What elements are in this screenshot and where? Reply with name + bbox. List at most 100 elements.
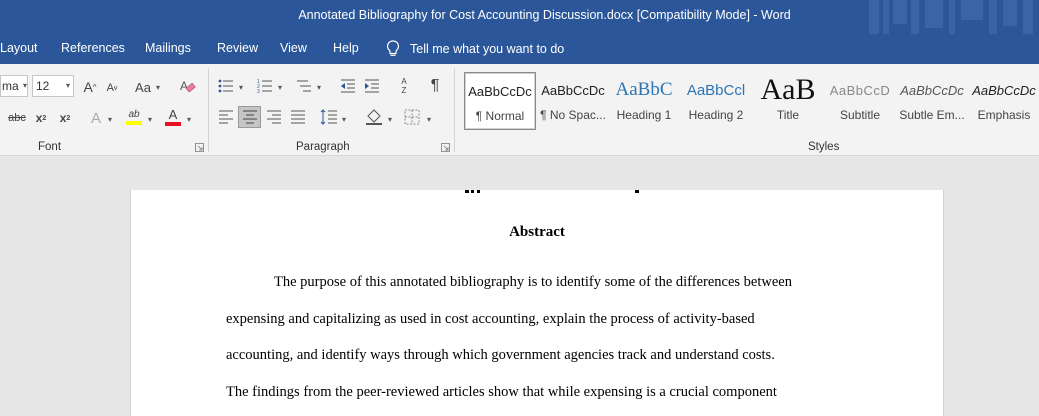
grow-font-icon: A (83, 79, 93, 95)
borders-icon[interactable] (404, 109, 420, 125)
chevron-down-icon[interactable]: ▾ (156, 83, 160, 92)
svg-text:A: A (180, 79, 188, 93)
chevron-down-icon[interactable]: ▾ (342, 115, 346, 124)
numbering-icon[interactable]: 1 2 3 (257, 78, 273, 94)
line-spacing-icon[interactable] (320, 108, 338, 126)
font-name-value: ma (2, 79, 19, 93)
text-effects-button[interactable]: A (86, 108, 106, 128)
pilcrow-icon: ¶ (430, 77, 440, 94)
change-case-icon: Aa (135, 79, 151, 95)
style-heading-2[interactable]: AaBbCcl Heading 2 (680, 72, 752, 130)
document-page[interactable]: Abstract The purpose of this annotated b… (130, 190, 944, 416)
chevron-down-icon[interactable]: ▾ (187, 115, 191, 124)
font-dialog-launcher-icon[interactable] (195, 143, 204, 152)
document-canvas[interactable]: Abstract The purpose of this annotated b… (0, 157, 1039, 416)
style-subtle-emphasis[interactable]: AaBbCcDc Subtle Em... (896, 72, 968, 130)
font-name-box[interactable]: ma ▾ (0, 75, 28, 97)
style-name: Subtle Em... (899, 108, 965, 122)
align-center-button[interactable] (238, 106, 261, 128)
superscript-mark: 2 (66, 114, 71, 122)
styles-gallery: AaBbCcDc ¶ Normal AaBbCcDc ¶ No Spac... … (460, 68, 1036, 130)
chevron-down-icon[interactable]: ▾ (278, 83, 282, 92)
tell-me-label: Tell me what you want to do (410, 42, 565, 56)
font-color-button[interactable]: A (163, 106, 183, 128)
decrease-indent-icon[interactable] (340, 78, 356, 94)
text-effects-icon: A (90, 109, 101, 127)
chevron-down-icon[interactable]: ▾ (108, 115, 112, 124)
group-separator (454, 68, 455, 152)
show-formatting-button[interactable]: ¶ (426, 76, 444, 96)
multilevel-list-icon[interactable] (296, 78, 312, 94)
tab-view[interactable]: View (280, 41, 307, 55)
strikethrough-button[interactable]: abc (6, 108, 28, 128)
sort-icon-z: Z (401, 86, 407, 95)
tell-me-search[interactable]: Tell me what you want to do (386, 40, 564, 58)
tab-references[interactable]: References (61, 41, 125, 55)
chevron-down-icon[interactable]: ▾ (239, 83, 243, 92)
align-center-icon (242, 110, 257, 124)
clear-formatting-button[interactable]: A (178, 76, 198, 98)
svg-text:3: 3 (257, 89, 260, 94)
strikethrough-icon: abc (8, 112, 26, 124)
title-bar-decoration (869, 0, 1033, 34)
highlight-color-bar (126, 121, 142, 125)
shading-icon[interactable] (365, 107, 383, 125)
style-preview: AaBbCcDc (900, 82, 964, 98)
tab-help[interactable]: Help (333, 41, 359, 55)
chevron-down-icon[interactable]: ▾ (317, 83, 321, 92)
highlight-button[interactable]: ab (123, 106, 145, 128)
shrink-font-button[interactable]: Av (103, 78, 121, 98)
style-preview: AaBbCcDc (468, 83, 532, 99)
superscript-icon: x (59, 111, 67, 125)
subscript-button[interactable]: x2 (32, 108, 50, 128)
font-size-box[interactable]: 12 ▾ (32, 75, 74, 97)
style-name: ¶ Normal (475, 109, 525, 123)
font-group-label: Font (38, 141, 62, 153)
shrink-font-icon: A (106, 82, 114, 94)
eraser-icon: A (180, 79, 196, 93)
document-line: The findings from the peer-reviewed arti… (226, 384, 777, 400)
change-case-button[interactable]: Aa (132, 77, 154, 97)
style-subtitle[interactable]: AaBbCcD Subtitle (826, 72, 894, 130)
document-line: The purpose of this annotated bibliograp… (274, 274, 792, 290)
style-emphasis[interactable]: AaBbCcDc Emphasis (970, 72, 1038, 130)
align-left-icon[interactable] (218, 110, 234, 124)
ribbon-tabs: Layout References Mailings Review View H… (0, 34, 1039, 64)
document-line: expensing and capitalizing as used in co… (226, 311, 755, 327)
styles-group-label: Styles (808, 141, 840, 153)
tab-review[interactable]: Review (217, 41, 258, 55)
chevron-down-icon: ▾ (65, 81, 70, 90)
style-no-spacing[interactable]: AaBbCcDc ¶ No Spac... (538, 72, 608, 130)
superscript-button[interactable]: x2 (56, 108, 74, 128)
style-title[interactable]: AaB Title (754, 72, 822, 130)
style-normal[interactable]: AaBbCcDc ¶ Normal (464, 72, 536, 130)
style-name: Heading 1 (616, 108, 672, 122)
style-preview: AaBbCcl (686, 81, 746, 99)
style-name: Heading 2 (688, 108, 744, 122)
align-right-icon[interactable] (266, 110, 282, 124)
chevron-down-icon[interactable]: ▾ (148, 115, 152, 124)
ribbon: ma ▾ 12 ▾ A ^ Av Aa ▾ A abc x2 x2 A ▾ ab … (0, 64, 1039, 156)
style-heading-1[interactable]: AaBbC Heading 1 (610, 72, 678, 130)
tab-layout[interactable]: Layout (0, 41, 38, 55)
style-preview: AaBbCcDc (541, 82, 605, 98)
paragraph-dialog-launcher-icon[interactable] (441, 143, 450, 152)
sort-button[interactable]: A Z (396, 75, 412, 97)
title-bar: Annotated Bibliography for Cost Accounti… (0, 0, 1039, 34)
style-name: Title (776, 108, 800, 122)
chevron-down-icon[interactable]: ▾ (388, 115, 392, 124)
group-separator (208, 68, 209, 152)
grow-font-button[interactable]: A ^ (80, 77, 100, 97)
tab-mailings[interactable]: Mailings (145, 41, 191, 55)
style-name: Emphasis (977, 108, 1031, 122)
style-name: ¶ No Spac... (540, 108, 606, 122)
justify-icon[interactable] (290, 110, 306, 124)
chevron-down-icon[interactable]: ▾ (427, 115, 431, 124)
style-preview: AaBbCcD (829, 82, 891, 98)
clipped-text-fragment (465, 190, 639, 193)
subscript-icon: x (35, 111, 43, 125)
highlighter-icon: ab (128, 109, 140, 120)
style-preview: AaBbC (615, 79, 673, 100)
bullets-icon[interactable] (218, 78, 234, 94)
increase-indent-icon[interactable] (364, 78, 380, 94)
